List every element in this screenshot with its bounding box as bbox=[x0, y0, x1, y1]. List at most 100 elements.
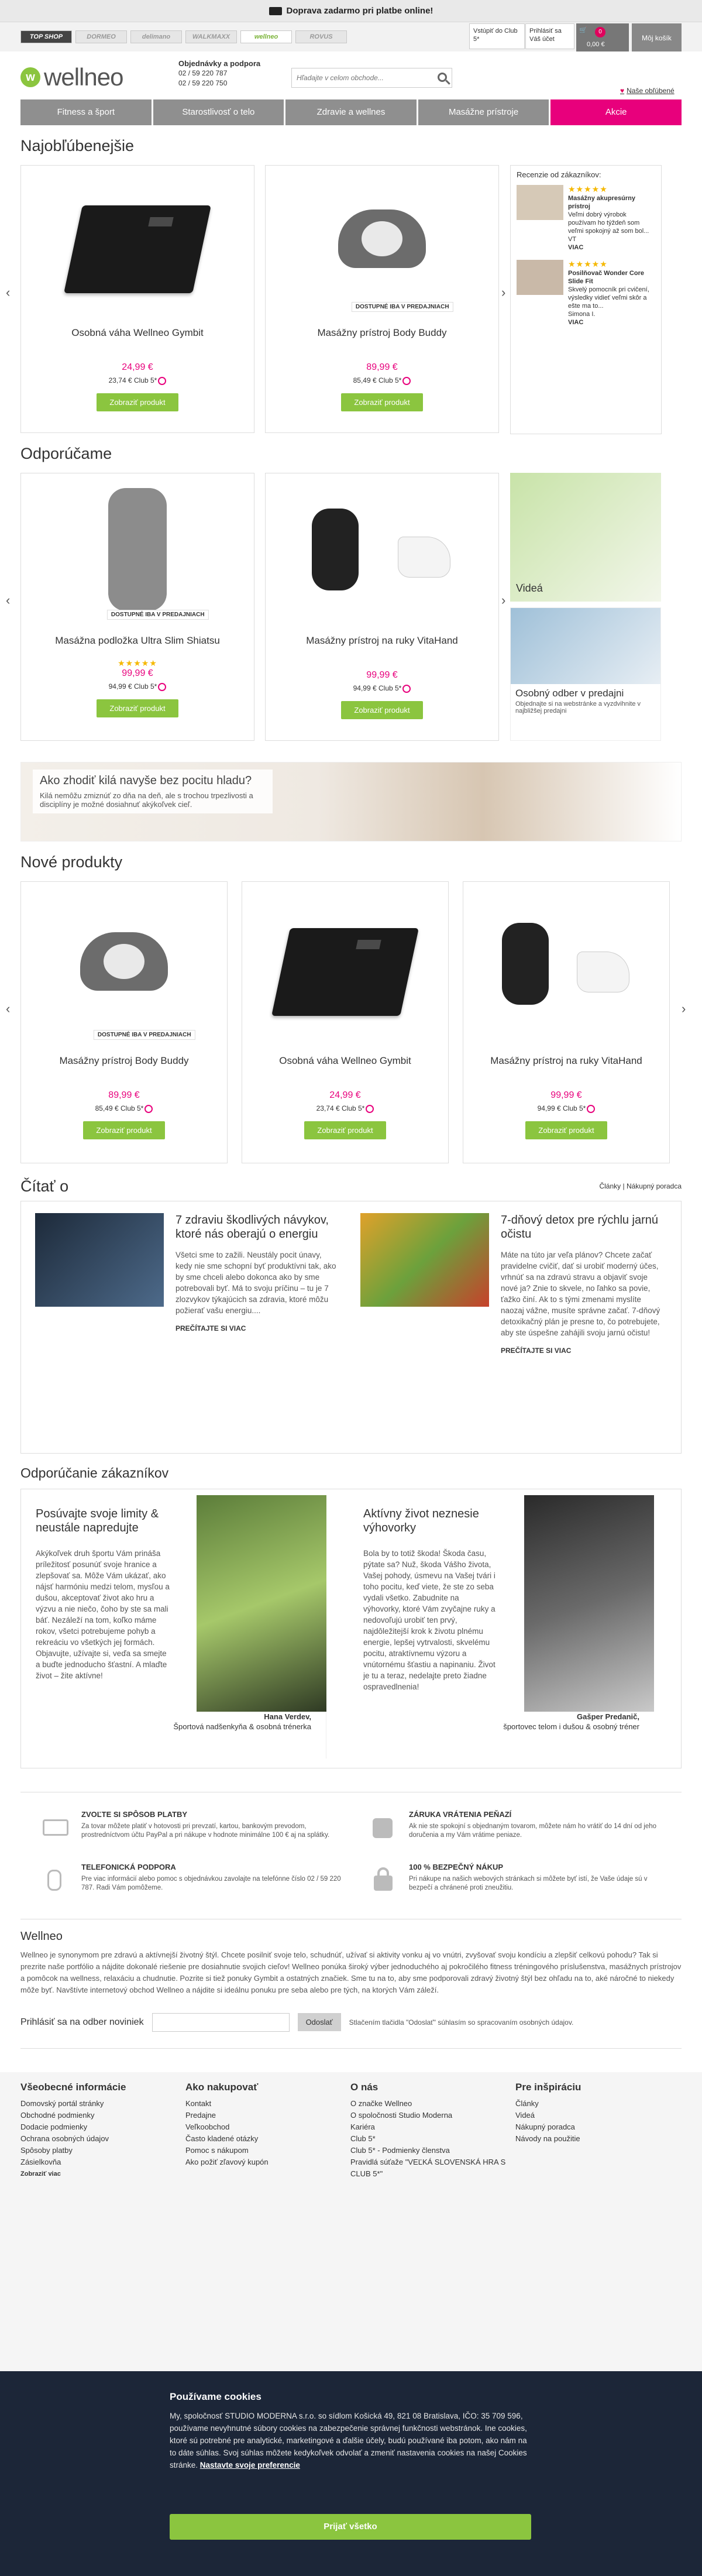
review-item[interactable]: ★★★★★ Posilňovač Wonder Core Slide Fit Skv… bbox=[517, 260, 655, 327]
shop-walkmaxx[interactable]: WALKMAXX bbox=[185, 30, 237, 43]
truck-icon bbox=[269, 6, 282, 15]
shop-delimano[interactable]: delimano bbox=[130, 30, 182, 43]
next-arrow-icon[interactable]: › bbox=[501, 285, 505, 300]
footer: Všeobecné informácie Domovský portál str… bbox=[0, 2072, 702, 2388]
next-arrow-icon[interactable]: › bbox=[501, 593, 505, 608]
nav-health[interactable]: Zdravie a wellnes bbox=[285, 99, 417, 125]
banner-text: Kilá nemôžu zmiznúť zo dňa na deň, ale s… bbox=[40, 791, 253, 809]
footer-link[interactable]: Návody na použitie bbox=[515, 2133, 679, 2145]
shop-dormeo[interactable]: DORMEO bbox=[75, 30, 127, 43]
articles-link[interactable]: Články bbox=[599, 1182, 621, 1190]
footer-link[interactable]: Články bbox=[515, 2098, 679, 2110]
product-card[interactable]: Osobná váha Wellneo Gymbit 24,99 € 23,74… bbox=[242, 881, 449, 1163]
footer-link[interactable]: Kontakt bbox=[185, 2098, 349, 2110]
show-product-button[interactable]: Zobraziť produkt bbox=[304, 1121, 386, 1139]
club-icon bbox=[366, 1104, 374, 1113]
show-product-button[interactable]: Zobraziť produkt bbox=[97, 699, 178, 717]
footer-link[interactable]: Pomoc s nákupom bbox=[185, 2145, 349, 2156]
accept-all-button[interactable]: Prijať všetko bbox=[170, 2514, 531, 2540]
footer-link[interactable]: Dodacie podmienky bbox=[20, 2121, 184, 2133]
favorites-link[interactable]: ♥ Naše obľúbené bbox=[620, 87, 675, 95]
product-card[interactable]: DOSTUPNÉ IBA V PREDAJNIACH Masážny príst… bbox=[20, 881, 228, 1163]
review-thumbnail bbox=[517, 185, 563, 220]
club-price: 23,74 € Club 5* bbox=[242, 1104, 448, 1113]
next-arrow-icon[interactable]: › bbox=[682, 1001, 686, 1016]
nav-body-care[interactable]: Starostlivosť o telo bbox=[153, 99, 284, 125]
footer-link[interactable]: Club 5* - Podmienky členstva bbox=[350, 2145, 514, 2156]
recommend-title: Odporúčame bbox=[20, 445, 112, 462]
footer-link[interactable]: Zásielkovňa bbox=[20, 2156, 184, 2168]
footer-link[interactable]: Veľkoobchod bbox=[185, 2121, 349, 2133]
cart-button[interactable]: 🛒 0 0,00 € bbox=[576, 23, 629, 53]
review-item[interactable]: ★★★★★ Masážny akupresúrny prístroj Veľmi d… bbox=[517, 185, 655, 252]
club-button[interactable]: Vstúpiť do Club 5* bbox=[469, 23, 525, 49]
footer-link[interactable]: Často kladené otázky bbox=[185, 2133, 349, 2145]
footer-link[interactable]: Domovský portál stránky bbox=[20, 2098, 184, 2110]
newsletter: Prihlásiť sa na odber noviniek Odoslať S… bbox=[20, 1996, 682, 2049]
footer-link[interactable]: Ako požiť zľavový kupón bbox=[185, 2156, 349, 2168]
store-pickup-tile[interactable]: Osobný odber v predajni Objednajte si na… bbox=[510, 607, 661, 741]
product-card[interactable]: Masážny prístroj na ruky VitaHand 99,99 … bbox=[463, 881, 670, 1163]
contact-title: Objednávky a podpora bbox=[178, 59, 261, 68]
footer-link[interactable]: O značke Wellneo bbox=[350, 2098, 514, 2110]
testimonial-card: Aktívny život neznesie výhovorky Bola by… bbox=[349, 1495, 654, 1758]
logo[interactable]: w wellneo bbox=[20, 63, 123, 91]
nav-fitness[interactable]: Fitness a šport bbox=[20, 99, 152, 125]
review-more-link[interactable]: VIAC bbox=[568, 318, 655, 327]
videos-tile[interactable]: Videá bbox=[510, 473, 661, 602]
login-button[interactable]: Prihlásiť sa Váš účet bbox=[525, 23, 574, 49]
product-card[interactable]: Osobná váha Wellneo Gymbit 24,99 € 23,74… bbox=[20, 165, 254, 433]
show-product-button[interactable]: Zobraziť produkt bbox=[97, 393, 178, 411]
phone-2: 02 / 59 220 750 bbox=[178, 79, 228, 87]
footer-link[interactable]: Nákupný poradca bbox=[515, 2121, 679, 2133]
nav-sale[interactable]: Akcie bbox=[550, 99, 682, 125]
footer-column: Všeobecné informácie Domovský portál str… bbox=[20, 2082, 184, 2180]
newsletter-submit-button[interactable]: Odoslať bbox=[297, 2013, 341, 2031]
shop-topshop[interactable]: TOP SHOP bbox=[20, 30, 72, 43]
newsletter-email-input[interactable] bbox=[152, 2012, 290, 2032]
my-cart-button[interactable]: Môj košík bbox=[632, 23, 682, 53]
search-icon[interactable] bbox=[438, 73, 447, 82]
shop-wellneo[interactable]: wellneo bbox=[240, 30, 292, 43]
footer-show-more[interactable]: Zobraziť viac bbox=[20, 2168, 184, 2180]
footer-link[interactable]: Spôsoby platby bbox=[20, 2145, 184, 2156]
massager-image bbox=[68, 926, 180, 1008]
testimonial-author: Gašper Predanič, športovec telom i dušou … bbox=[503, 1712, 639, 1731]
product-card[interactable]: Masážny prístroj na ruky VitaHand 99,99 … bbox=[265, 473, 499, 741]
product-card[interactable]: DOSTUPNÉ IBA V PREDAJNIACH Masážny príst… bbox=[265, 165, 499, 433]
article-image bbox=[360, 1213, 489, 1307]
search-input[interactable] bbox=[292, 68, 426, 87]
footer-link[interactable]: Pravidlá súťaže "VEĽKÁ SLOVENSKÁ HRA S C… bbox=[350, 2156, 514, 2180]
read-more-link[interactable]: PREČÍTAJTE SI VIAC bbox=[176, 1324, 339, 1332]
cookie-settings-link[interactable]: Nastavte svoje preferencie bbox=[200, 2461, 300, 2469]
prev-arrow-icon[interactable]: ‹ bbox=[6, 1001, 10, 1016]
read-more-link[interactable]: PREČÍTAJTE SI VIAC bbox=[501, 1347, 665, 1355]
promo-text: Doprava zadarmo pri platbe online! bbox=[286, 6, 433, 16]
article-card[interactable]: 7-dňový detox pre rýchlu jarnú očistu Mát… bbox=[360, 1213, 665, 1355]
product-card[interactable]: DOSTUPNÉ IBA V PREDAJNIACH Masážna podlo… bbox=[20, 473, 254, 741]
review-more-link[interactable]: VIAC bbox=[568, 243, 655, 252]
show-product-button[interactable]: Zobraziť produkt bbox=[341, 700, 423, 719]
footer-link[interactable]: Obchodné podmienky bbox=[20, 2110, 184, 2121]
prev-arrow-icon[interactable]: ‹ bbox=[6, 285, 10, 300]
footer-link[interactable]: Predajne bbox=[185, 2110, 349, 2121]
show-product-button[interactable]: Zobraziť produkt bbox=[525, 1121, 607, 1139]
footer-link[interactable]: Ochrana osobných údajov bbox=[20, 2133, 184, 2145]
mat-image bbox=[108, 488, 167, 611]
show-product-button[interactable]: Zobraziť produkt bbox=[341, 393, 423, 411]
heart-icon: ♥ bbox=[620, 87, 625, 95]
footer-link[interactable]: O spoločnosti Studio Moderna bbox=[350, 2110, 514, 2121]
footer-link[interactable]: Videá bbox=[515, 2110, 679, 2121]
nav-massage[interactable]: Masážne prístroje bbox=[418, 99, 549, 125]
prev-arrow-icon[interactable]: ‹ bbox=[6, 593, 10, 608]
article-card[interactable]: 7 zdraviu škodlivých návykov, ktoré nás … bbox=[35, 1213, 339, 1332]
show-product-button[interactable]: Zobraziť produkt bbox=[83, 1121, 165, 1139]
promo-banner[interactable]: Ako zhodiť kilá navyše bez pocitu hladu?… bbox=[20, 762, 682, 842]
rating-stars-icon: ★★★★★ bbox=[118, 658, 157, 668]
footer-link[interactable]: Club 5* bbox=[350, 2133, 514, 2145]
advisor-link[interactable]: Nákupný poradca bbox=[627, 1182, 682, 1190]
shop-rovus[interactable]: ROVUS bbox=[295, 30, 347, 43]
reviews-title: Recenzie od zákazníkov: bbox=[517, 170, 601, 179]
thumbs-up-icon bbox=[366, 1810, 401, 1845]
footer-link[interactable]: Kariéra bbox=[350, 2121, 514, 2133]
